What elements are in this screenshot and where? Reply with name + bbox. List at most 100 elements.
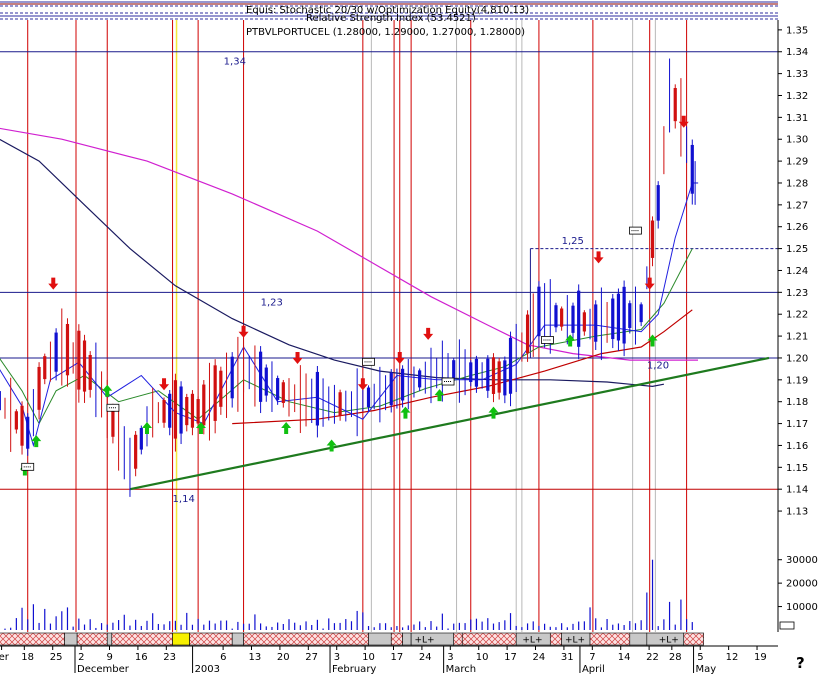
- month-label: December: [77, 664, 130, 675]
- price-candle: [690, 144, 694, 194]
- y-tick-label: 1.31: [786, 113, 808, 124]
- exit-marker-icon: [21, 462, 35, 471]
- x-tick-label: 10: [362, 652, 375, 663]
- ma-mid: [0, 138, 665, 388]
- timeline-segment: [106, 632, 113, 646]
- price-candle: [219, 370, 223, 407]
- y-tick-label: 1.23: [786, 288, 808, 299]
- y-tick-label: 1.32: [786, 91, 808, 102]
- symbol-legend: PTBVLPORTUCEL (1.28000, 1.29000, 1.27000…: [246, 27, 525, 38]
- price-candle: [14, 411, 18, 430]
- y-tick-label: 1.21: [786, 332, 808, 343]
- price-candle: [656, 185, 660, 221]
- price-candle: [452, 360, 456, 378]
- y-tick-label: 1.16: [786, 441, 808, 452]
- price-candle: [366, 387, 371, 408]
- timeline-segment: [231, 632, 244, 646]
- level-label: 1,23: [261, 297, 283, 308]
- sell-arrow-icon: [292, 351, 303, 364]
- price-candle: [491, 357, 496, 394]
- sell-arrow-icon: [423, 327, 434, 340]
- timeline-segment: [368, 632, 392, 646]
- timeline-segment: [461, 632, 517, 646]
- level-label: 1,20: [647, 361, 669, 372]
- price-candle: [497, 361, 501, 393]
- level-label: 1,25: [562, 236, 584, 247]
- y-tick-label: 1.13: [786, 507, 808, 518]
- buy-arrow-icon: [142, 421, 152, 434]
- timeline-segment: [402, 632, 412, 646]
- y-tick-label: 1.27: [786, 200, 808, 211]
- price-candle: [43, 356, 47, 380]
- x-tick-label: 3: [334, 652, 340, 663]
- month-label: 2003: [195, 664, 220, 675]
- volume-scale-icon: [779, 621, 795, 630]
- timeline-label: +L+: [565, 636, 585, 646]
- price-candle: [389, 372, 393, 406]
- sell-arrow-icon: [678, 115, 689, 128]
- timeline-segment: [172, 632, 190, 646]
- buy-arrow-icon: [31, 435, 42, 448]
- x-tick-label: 10: [476, 652, 489, 663]
- x-tick-label: 27: [305, 652, 318, 663]
- price-candle: [554, 305, 558, 328]
- price-candle: [82, 340, 87, 392]
- price-candle: [560, 308, 564, 327]
- price-candle: [503, 360, 507, 396]
- sell-arrow-icon: [238, 325, 249, 338]
- month-label: May: [696, 664, 717, 675]
- y-tick-label: 1.20: [786, 353, 808, 364]
- x-tick-label: er: [0, 652, 10, 663]
- x-tick-label: 18: [21, 652, 34, 663]
- timeline-segment: [589, 632, 631, 646]
- exit-marker-icon: [362, 357, 375, 366]
- timeline-label: +L+: [522, 636, 542, 646]
- x-tick-label: 2: [78, 652, 84, 663]
- price-candle: [179, 386, 183, 434]
- y-tick-label: 1.15: [786, 463, 808, 474]
- x-tick-label: 17: [504, 652, 517, 663]
- price-candle: [173, 380, 177, 439]
- price-candle: [594, 304, 598, 342]
- x-tick-label: 24: [419, 652, 432, 663]
- price-candle: [616, 293, 621, 341]
- price-candle: [0, 391, 1, 411]
- price-candle: [185, 397, 189, 426]
- price-candle: [20, 405, 24, 446]
- indicator-legend-line2: Relative Strength Index (53.4521): [306, 13, 476, 24]
- price-candle: [582, 312, 586, 332]
- y-tick-label: 1.19: [786, 375, 808, 386]
- price-candle: [281, 382, 285, 403]
- price-candle: [65, 323, 70, 376]
- price-candle: [190, 393, 195, 428]
- y-tick-label: 1.18: [786, 397, 808, 408]
- price-candle: [486, 358, 490, 391]
- timeline-segment: [453, 632, 463, 646]
- price-candle: [37, 366, 41, 410]
- price-candle: [577, 290, 581, 347]
- price-candle: [139, 427, 143, 450]
- y-tick-label: 1.29: [786, 157, 808, 168]
- buy-arrow-icon: [647, 334, 658, 347]
- volume-tick-label: 30000: [786, 555, 818, 566]
- buy-arrow-icon: [434, 389, 445, 402]
- timeline-segment: [189, 632, 233, 646]
- x-tick-label: 28: [669, 652, 682, 663]
- timeline-segment: [64, 632, 78, 646]
- x-tick-label: 22: [646, 652, 659, 663]
- x-tick-label: 12: [726, 652, 739, 663]
- price-candle: [276, 378, 280, 400]
- price-candle: [418, 370, 422, 388]
- price-candle: [196, 399, 200, 424]
- month-label: April: [582, 664, 605, 675]
- x-tick-label: 14: [618, 652, 631, 663]
- y-tick-label: 1.30: [786, 135, 808, 146]
- price-candle: [469, 362, 473, 382]
- timeline-segment: [683, 632, 704, 646]
- y-tick-label: 1.24: [786, 266, 808, 277]
- price-candle: [401, 368, 405, 401]
- x-tick-label: 25: [50, 652, 63, 663]
- price-candle: [537, 286, 541, 337]
- month-label: March: [446, 664, 476, 675]
- price-candle: [230, 356, 234, 399]
